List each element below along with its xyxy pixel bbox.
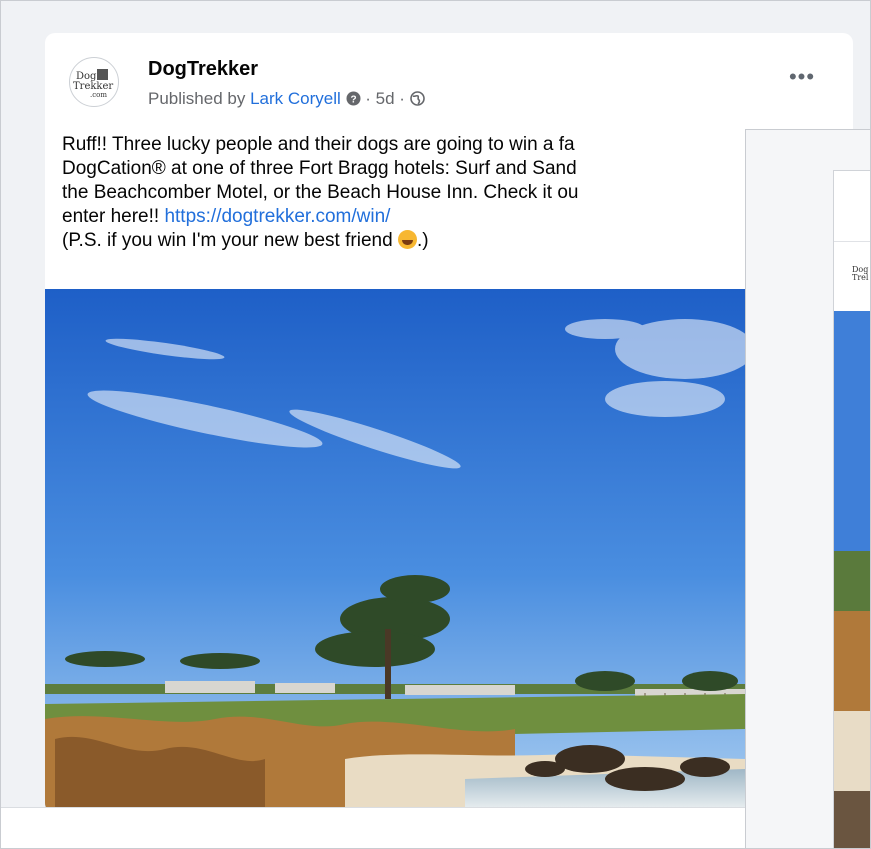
- globe-icon: [409, 91, 425, 111]
- overlay-logo-line2: Trel: [852, 273, 869, 282]
- ps-suffix: .): [416, 230, 429, 251]
- win-link[interactable]: https://dogtrekker.com/win/: [164, 206, 390, 227]
- meta-separator-2: ·: [394, 89, 410, 108]
- rolling-laughing-emoji-icon: [397, 230, 417, 249]
- publisher-link[interactable]: Lark Coryell: [250, 89, 341, 108]
- post-text-line: Ruff!! Three lucky people and their dogs…: [62, 134, 575, 155]
- overlay-card-header: [834, 171, 870, 242]
- post-text-line: DogCation® at one of three Fort Bragg ho…: [62, 158, 577, 179]
- overlay-card[interactable]: Dog Trel: [833, 170, 870, 848]
- ps-prefix: (P.S. if you win I'm your new best frien…: [62, 230, 398, 251]
- post-meta: Published by Lark Coryell ? · 5d ·: [148, 89, 425, 111]
- post-text: Ruff!! Three lucky people and their dogs…: [62, 133, 762, 253]
- post-photo[interactable]: [45, 289, 745, 809]
- overlay-photo: [834, 311, 870, 848]
- svg-text:?: ?: [350, 95, 356, 106]
- post-text-line: the Beachcomber Motel, or the Beach Hous…: [62, 182, 579, 203]
- meta-separator: ·: [360, 89, 376, 108]
- page-name[interactable]: DogTrekker: [148, 58, 258, 81]
- avatar-text-line3: .com: [90, 91, 107, 99]
- post-text-ps-line: (P.S. if you win I'm your new best frien…: [62, 229, 762, 253]
- post-text-fragment: enter here!!: [62, 206, 165, 227]
- bottom-panel: [1, 807, 745, 848]
- post-time[interactable]: 5d: [376, 89, 395, 108]
- post-text-line: enter here!! https://dogtrekker.com/win/: [62, 205, 762, 229]
- overlay-logo: Dog Trel: [852, 266, 868, 282]
- published-by-prefix: Published by: [148, 89, 251, 108]
- screenshot-frame: Dog Trekker .com DogTrekker Published by…: [0, 0, 871, 849]
- page-avatar[interactable]: Dog Trekker .com: [69, 57, 119, 107]
- post-card: Dog Trekker .com DogTrekker Published by…: [45, 33, 853, 813]
- question-circle-icon[interactable]: ?: [346, 91, 361, 111]
- more-options-button[interactable]: •••: [784, 66, 820, 95]
